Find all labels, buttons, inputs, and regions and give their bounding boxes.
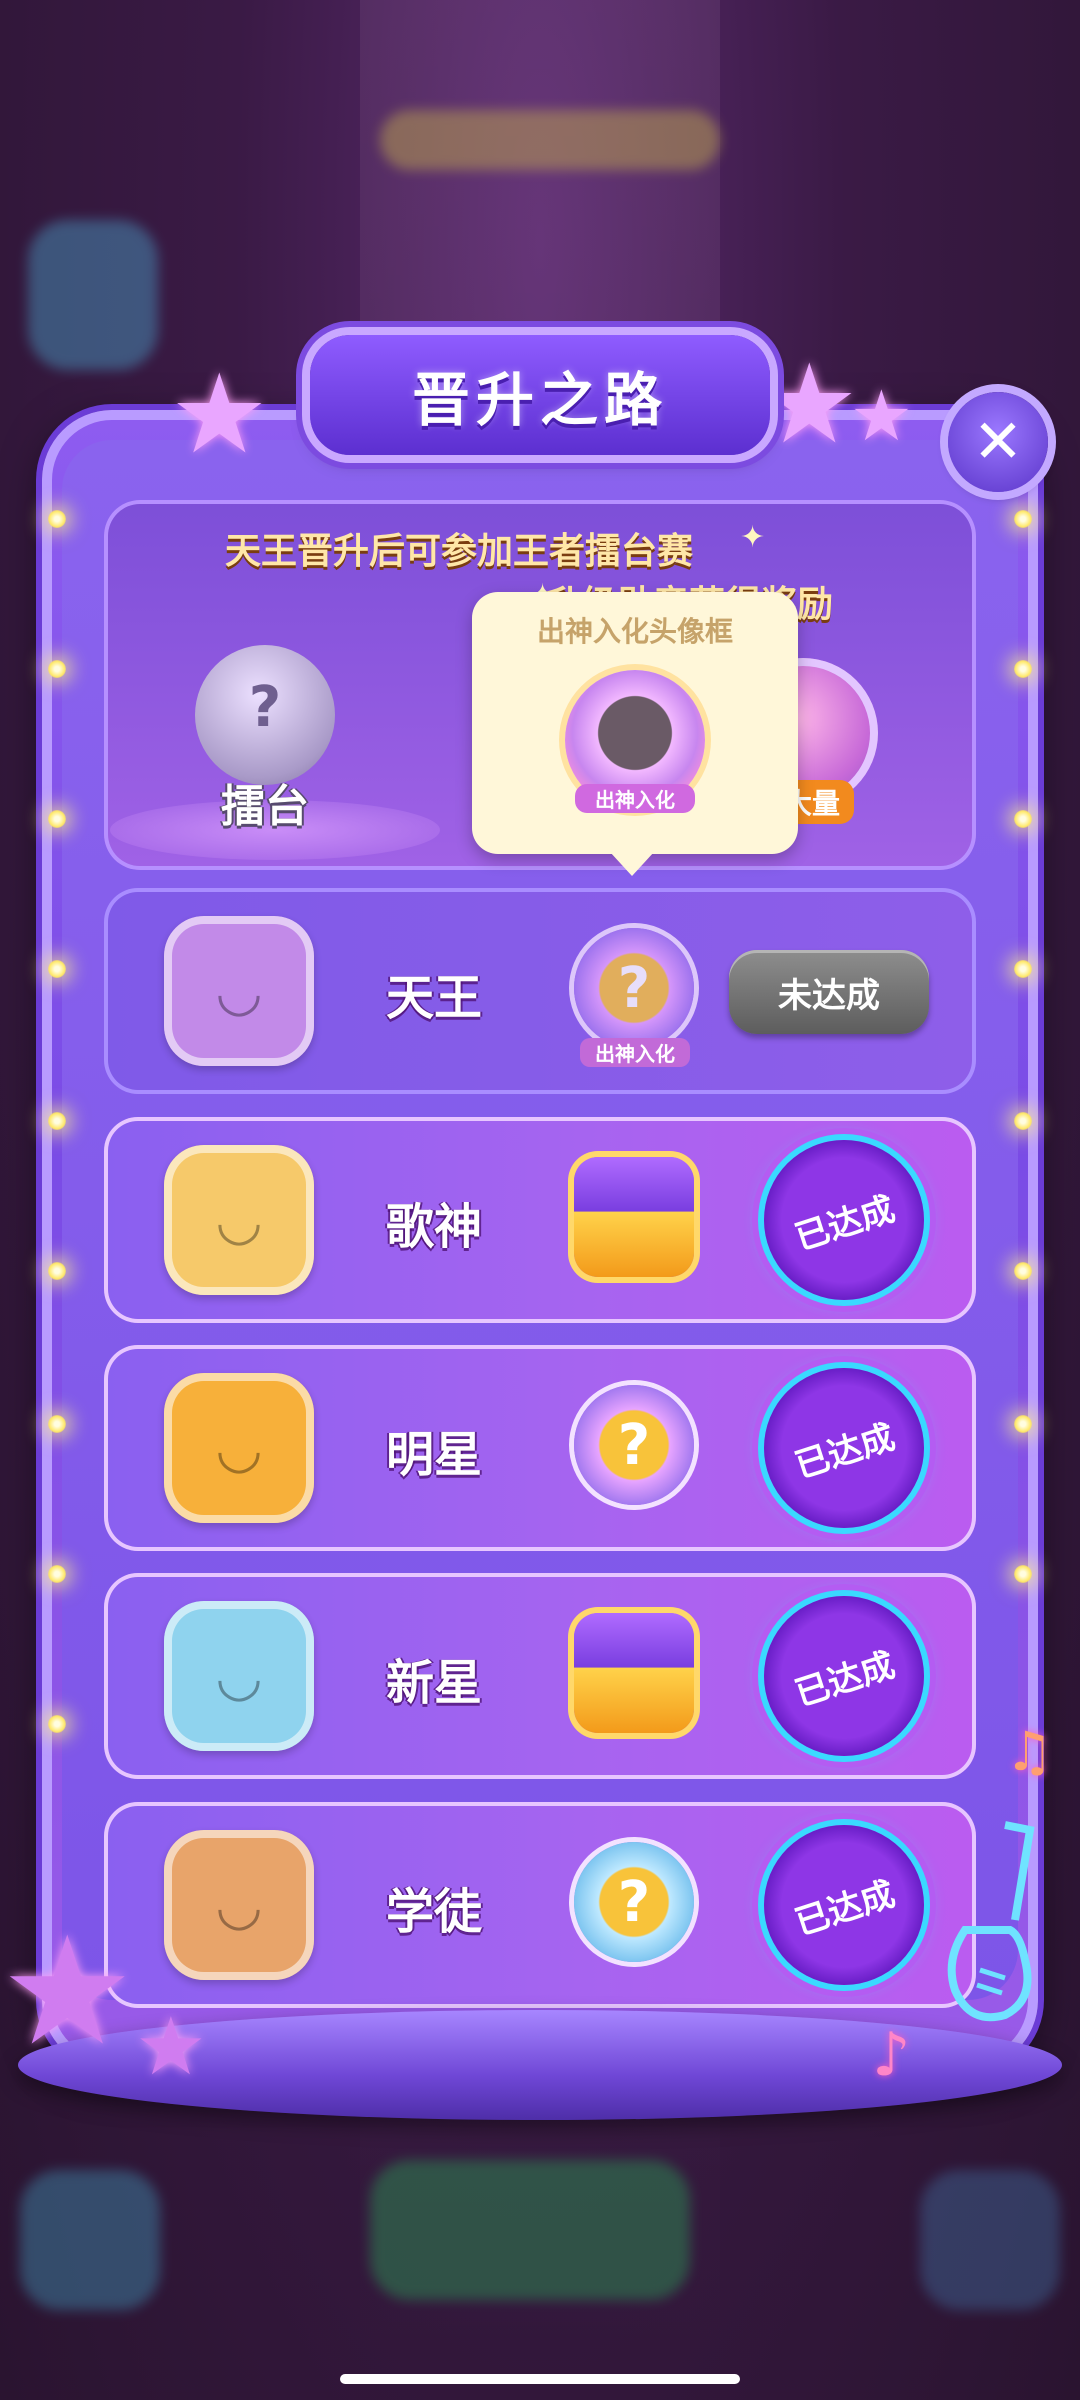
bulb: [1014, 660, 1032, 678]
tooltip-title: 出神入化头像框: [536, 615, 733, 648]
rank-badge-icon: ◡: [164, 1373, 314, 1523]
badge-face-icon: ◡: [218, 1188, 260, 1252]
sparkle-icon: ✦: [740, 520, 766, 555]
achieved-stamp: 已达成: [764, 1368, 924, 1528]
avatar-frame-reward-icon[interactable]: ?: [574, 928, 694, 1048]
bulb: [48, 810, 66, 828]
rank-badge-icon: ◡: [164, 916, 314, 1066]
small-star-icon: ★: [135, 2000, 207, 2093]
achieved-stamp: 已达成: [764, 1596, 924, 1756]
bulb: [48, 1715, 66, 1733]
bulb: [48, 660, 66, 678]
avatar-frame-reward-icon[interactable]: ?: [574, 1385, 694, 1505]
bulb: [48, 1415, 66, 1433]
tooltip-frame-label: 出神入化: [575, 784, 695, 813]
status-label: 已达成: [790, 1644, 900, 1715]
bulb: [1014, 510, 1032, 528]
background-avatar-right: [920, 2170, 1060, 2310]
arena-label: 擂台: [221, 781, 309, 832]
music-note-icon: ♪: [872, 2020, 911, 2090]
star-decoration-icon: ★: [760, 340, 859, 468]
star-decoration-icon: ★: [850, 375, 913, 457]
rank-badge-icon: ◡: [164, 1601, 314, 1751]
reward-unknown-mark: ?: [617, 1412, 651, 1478]
bulb: [1014, 960, 1032, 978]
avatar-frame-reward-icon[interactable]: ?: [574, 1842, 694, 1962]
rank-row-tianwang: ◡ 天王 ? 出神入化 未达成: [104, 888, 976, 1094]
home-indicator[interactable]: [340, 2374, 740, 2384]
bulb: [1014, 1565, 1032, 1583]
star-decoration-icon: ★: [170, 350, 269, 478]
bulb: [1014, 1415, 1032, 1433]
reward-tooltip: 出神入化头像框 出神入化: [472, 592, 798, 876]
treasure-chest-icon[interactable]: [574, 1157, 694, 1277]
badge-face-icon: ◡: [218, 1644, 260, 1708]
background-title-bar: [380, 110, 720, 170]
rank-row-geshen: ◡ 歌神 已达成: [104, 1117, 976, 1323]
treasure-chest-icon[interactable]: [574, 1613, 694, 1733]
badge-face-icon: ◡: [218, 959, 260, 1023]
background-avatar-left: [20, 2170, 160, 2310]
reward-unknown-mark: ?: [617, 1869, 651, 1935]
big-star-icon: ★: [0, 1905, 135, 2079]
rank-row-xinxing: ◡ 新星 已达成: [104, 1573, 976, 1779]
reward-unknown-mark: ?: [617, 955, 651, 1021]
status-label: 已达成: [790, 1188, 900, 1259]
rank-badge-icon: ◡: [164, 1830, 314, 1980]
rank-name: 新星: [385, 1655, 482, 1711]
badge-face-icon: ◡: [218, 1873, 260, 1937]
rank-name: 学徒: [385, 1884, 482, 1940]
bulb: [48, 1112, 66, 1130]
arena-badge-icon: ?: [195, 625, 335, 785]
status-label: 已达成: [790, 1873, 900, 1944]
status-button[interactable]: 未达成: [729, 950, 929, 1034]
bulb: [48, 510, 66, 528]
bulb: [48, 1565, 66, 1583]
achieved-stamp: 已达成: [764, 1825, 924, 1985]
rank-row-mingxing: ◡ 明星 ? 已达成: [104, 1345, 976, 1551]
guitar-icon: [947, 1821, 1035, 2022]
bulb: [1014, 1112, 1032, 1130]
rank-name: 天王: [385, 970, 482, 1026]
background-start-button: [370, 2160, 690, 2300]
arena-unknown-mark: ?: [248, 675, 282, 740]
music-note-icon: ♫: [1005, 1720, 1054, 1783]
close-button[interactable]: ✕: [948, 392, 1048, 492]
badge-face-icon: ◡: [218, 1416, 260, 1480]
bulb: [1014, 1262, 1032, 1280]
status-label: 已达成: [790, 1416, 900, 1487]
info-line-1: 天王晋升后可参加王者擂台赛: [225, 531, 694, 572]
rank-row-xuetu: ◡ 学徒 ? 已达成: [104, 1802, 976, 2008]
page-title: 晋升之路: [411, 366, 668, 434]
reward-label: 出神入化: [580, 1038, 690, 1067]
bulb: [48, 960, 66, 978]
rank-badge-icon: ◡: [164, 1145, 314, 1295]
background-avatar: [28, 220, 158, 370]
bulb: [1014, 810, 1032, 828]
rank-name: 歌神: [385, 1199, 482, 1255]
rank-name: 明星: [385, 1427, 482, 1483]
bulb: [48, 1262, 66, 1280]
close-icon: ✕: [972, 407, 1024, 477]
achieved-stamp: 已达成: [764, 1140, 924, 1300]
title-plate: 晋升之路: [310, 335, 770, 455]
